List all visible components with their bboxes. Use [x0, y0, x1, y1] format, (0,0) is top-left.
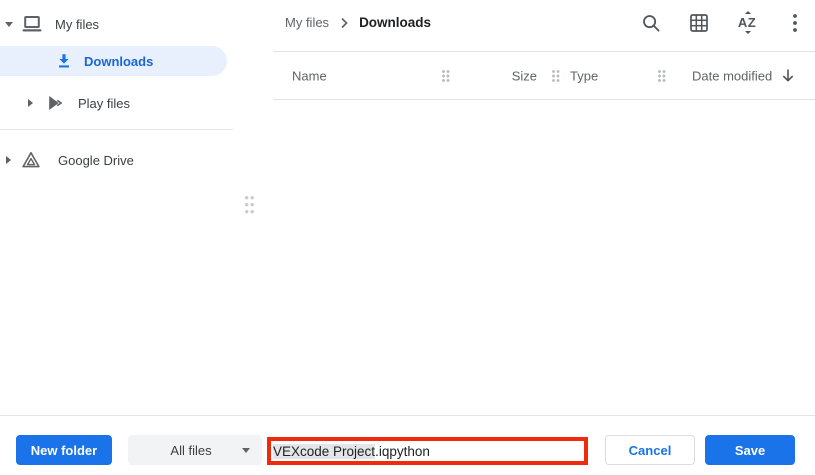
file-type-select[interactable]: All files: [128, 435, 262, 465]
column-header-label: Date modified: [692, 68, 772, 83]
column-header-name[interactable]: Name: [292, 68, 327, 83]
new-folder-button[interactable]: New folder: [16, 435, 112, 465]
download-icon: [56, 53, 72, 69]
file-list-empty-area[interactable]: [273, 101, 815, 415]
sidebar-item-label: Google Drive: [58, 153, 134, 168]
grid-view-icon: [690, 14, 708, 32]
sort-button[interactable]: AZ: [729, 5, 765, 41]
file-type-value: All files: [140, 443, 242, 458]
sidebar-divider: [0, 129, 233, 130]
files-save-dialog: My files Downloads Play files: [0, 0, 815, 475]
cancel-button[interactable]: Cancel: [605, 435, 695, 465]
column-resize-handle[interactable]: [442, 70, 450, 82]
sidebar-item-label: My files: [55, 17, 99, 32]
search-button[interactable]: [633, 5, 669, 41]
breadcrumb-downloads[interactable]: Downloads: [359, 15, 431, 30]
filename-extension: .iqpython: [375, 444, 430, 459]
search-icon: [641, 13, 661, 33]
chevron-right-icon[interactable]: [28, 99, 33, 107]
more-menu-button[interactable]: [777, 5, 813, 41]
sidebar-item-downloads[interactable]: Downloads: [0, 46, 227, 76]
column-resize-handle[interactable]: [658, 70, 666, 82]
breadcrumb-my-files[interactable]: My files: [285, 15, 329, 30]
sidebar-item-label: Play files: [78, 96, 130, 111]
chevron-right-icon: [338, 17, 350, 29]
sidebar-item-play-files[interactable]: Play files: [0, 89, 256, 117]
google-drive-icon: [22, 151, 40, 169]
sidebar: My files Downloads Play files: [0, 0, 260, 415]
sort-descending-arrow-icon: [781, 69, 795, 83]
laptop-icon: [22, 15, 42, 33]
sort-az-icon: AZ: [738, 16, 756, 29]
grid-view-button[interactable]: [681, 5, 717, 41]
filename-input[interactable]: VEXcode Project.iqpython: [271, 441, 584, 461]
column-resize-handle[interactable]: [552, 70, 560, 82]
dropdown-caret-icon: [242, 448, 250, 453]
filename-selected-text: VEXcode Project: [273, 444, 375, 459]
footer-bar: New folder All files VEXcode Project.iqp…: [0, 415, 815, 475]
save-button[interactable]: Save: [705, 435, 795, 465]
annotation-highlight: VEXcode Project.iqpython: [267, 437, 588, 465]
splitter-handle[interactable]: [245, 196, 254, 215]
play-store-icon: [46, 94, 64, 112]
toolbar-actions: AZ: [633, 5, 813, 41]
column-header-date-modified[interactable]: Date modified: [692, 68, 795, 83]
column-header-size[interactable]: Size: [483, 68, 537, 83]
breadcrumb: My files Downloads: [285, 15, 431, 30]
main-panel: My files Downloads: [273, 0, 815, 415]
chevron-right-icon[interactable]: [6, 156, 11, 164]
file-list-header: Name Size Type Date modified: [273, 52, 815, 100]
sidebar-item-google-drive[interactable]: Google Drive: [0, 146, 256, 174]
toolbar: My files Downloads: [273, 0, 815, 52]
sidebar-item-label: Downloads: [84, 54, 153, 69]
sidebar-item-my-files[interactable]: My files: [0, 12, 256, 36]
chevron-down-icon[interactable]: [5, 22, 13, 27]
column-header-type[interactable]: Type: [570, 68, 598, 83]
more-menu-icon: [792, 13, 798, 33]
